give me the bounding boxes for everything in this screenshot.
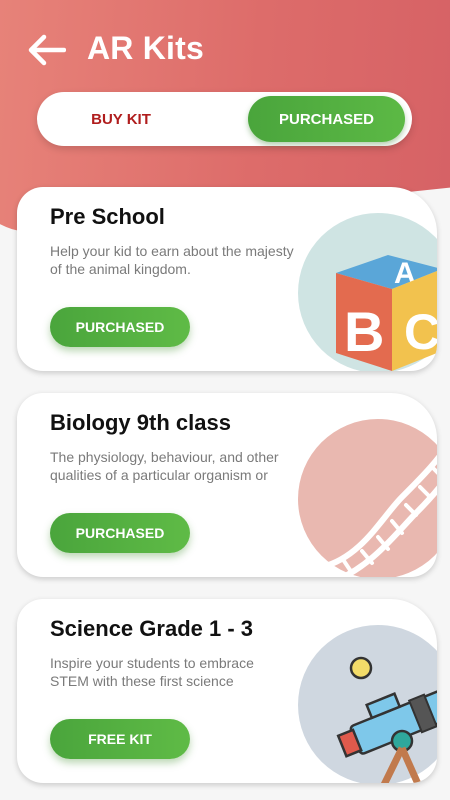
card-title: Pre School <box>50 204 165 229</box>
svg-text:C: C <box>404 304 437 360</box>
kit-filter-toggle: BUY KIT PURCHASED <box>37 92 412 146</box>
purchased-button[interactable]: PURCHASED <box>50 513 190 553</box>
kit-card-pre-school[interactable]: Pre School Help your kid to earn about t… <box>17 187 437 371</box>
telescope-icon <box>292 623 437 783</box>
tab-purchased[interactable]: PURCHASED <box>248 96 405 142</box>
tab-buy-kit[interactable]: BUY KIT <box>41 96 201 142</box>
dna-icon <box>292 417 437 577</box>
card-title: Biology 9th class <box>50 410 231 435</box>
free-kit-button[interactable]: FREE KIT <box>50 719 190 759</box>
page-title: AR Kits <box>87 30 204 66</box>
top-bar: AR Kits <box>0 0 450 90</box>
back-arrow-icon[interactable] <box>26 34 67 66</box>
card-description: The physiology, behaviour, and other qua… <box>50 449 279 483</box>
card-description: Inspire your students to embrace STEM wi… <box>50 655 254 689</box>
card-title: Science Grade 1 - 3 <box>50 616 253 641</box>
kit-card-science[interactable]: Science Grade 1 - 3 Inspire your student… <box>17 599 437 783</box>
svg-text:B: B <box>344 300 384 363</box>
kit-card-biology[interactable]: Biology 9th class The physiology, behavi… <box>17 393 437 577</box>
card-description: Help your kid to earn about the majesty … <box>50 243 294 277</box>
abc-blocks-icon: A B C <box>292 211 437 371</box>
purchased-button[interactable]: PURCHASED <box>50 307 190 347</box>
